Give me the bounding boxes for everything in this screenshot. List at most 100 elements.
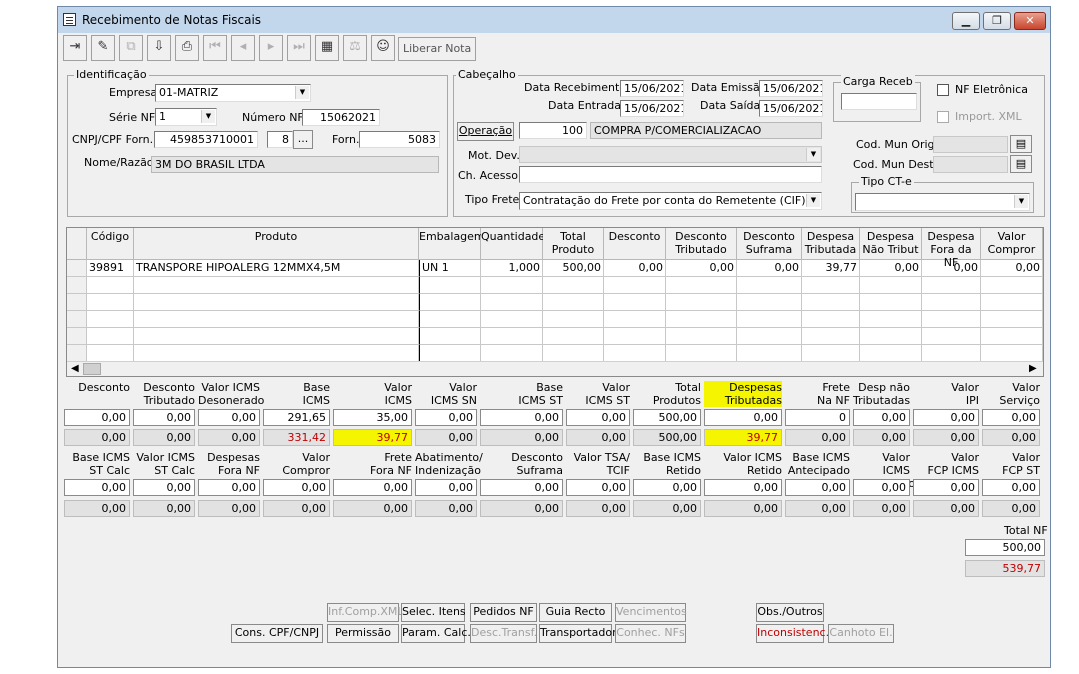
block1-value-input[interactable]: 0,00 [415,409,477,426]
block2-value-input[interactable]: 0,00 [480,479,563,496]
block2-value-input[interactable]: 0,00 [704,479,782,496]
block2-value-input[interactable]: 0,00 [64,479,130,496]
last-button[interactable]: ⏭ [287,35,311,61]
ch-acesso-input[interactable] [519,166,822,183]
table-cell[interactable]: 500,00 [543,260,604,277]
mun-dest-lookup-button[interactable]: ▤ [1010,155,1032,173]
obs-outros-button[interactable]: Obs./Outros [756,603,824,622]
table-cell[interactable]: 0,00 [981,260,1043,277]
pedidos-nf-button[interactable]: Pedidos NF [470,603,537,622]
empresa-select[interactable]: 01-MATRIZ ▼ [155,84,311,102]
block1-value-input[interactable]: 0,00 [480,409,563,426]
grid-header-cell[interactable]: Despesa Fora da NF [922,228,981,269]
mun-dest-input[interactable] [933,156,1008,173]
minimize-button[interactable]: ▁ [952,12,980,30]
block1-value-input[interactable]: 0,00 [198,409,260,426]
mun-orig-input[interactable] [933,136,1008,153]
tipo-frete-select[interactable]: Contratação do Frete por conta do Remete… [519,192,822,210]
block2-value-input[interactable]: 0,00 [785,479,850,496]
block2-value-input[interactable]: 0,00 [566,479,630,496]
grid-header-cell[interactable]: Embalagem [419,228,485,260]
carga-receb-input[interactable] [841,93,917,110]
grid-header-cell[interactable]: Valor Compror [981,228,1043,260]
close-button[interactable]: ✕ [1014,12,1046,30]
table-cell[interactable]: 39,77 [802,260,860,277]
block2-value-input[interactable]: 0,00 [913,479,979,496]
canhoto-el-button[interactable]: Canhoto El. [828,624,894,643]
table-cell[interactable]: UN 1 [419,260,481,277]
transportador-button[interactable]: Transportador [539,624,617,643]
block2-value-input[interactable]: 0,00 [982,479,1040,496]
next-button[interactable]: ▸ [259,35,283,61]
block2-value-input[interactable]: 0,00 [263,479,330,496]
grid-header-cell[interactable]: Quantidade [481,228,545,260]
block1-value-input[interactable]: 500,00 [633,409,701,426]
scroll-right-icon[interactable]: ▶ [1029,363,1037,374]
desc-transf-button[interactable]: Desc.Transf. [470,624,537,643]
dt-entrada-input[interactable]: 15/06/2021 [620,100,684,117]
scroll-thumb[interactable] [83,363,101,375]
scale-button[interactable]: ⚖ [343,35,367,61]
grid-header-cell[interactable]: Despesa Tributada [802,228,860,260]
param-calc-button[interactable]: Param. Calc. [401,624,471,643]
block1-value-input[interactable]: 291,65 [263,409,330,426]
vencimentos-button[interactable]: Vencimentos [615,603,687,622]
grid-header-cell[interactable]: Código [87,228,134,260]
nf-eletronica-checkbox[interactable] [937,84,949,96]
grid-header-cell[interactable]: Desconto Tributado [666,228,737,260]
table-cell[interactable]: TRANSPORE HIPOALERG 12MMX4,5M [134,260,419,277]
block1-value-input[interactable]: 0,00 [566,409,630,426]
mot-dev-select[interactable]: ▼ [519,146,822,163]
block2-value-input[interactable]: 0,00 [333,479,412,496]
dt-saida-input[interactable]: 15/06/2021 [759,100,823,117]
block2-value-input[interactable]: 0,00 [633,479,701,496]
block1-value-input[interactable]: 0,00 [133,409,195,426]
exit-button[interactable]: ⇥ [63,35,87,61]
scroll-left-icon[interactable]: ◀ [71,363,79,374]
block1-value-input[interactable]: 0 [785,409,850,426]
dt-receb-input[interactable]: 15/06/2021 [620,80,684,97]
calculator-button[interactable]: ▦ [315,35,339,61]
block2-value-input[interactable]: 0,00 [133,479,195,496]
cons-cpf-cnpj-button[interactable]: Cons. CPF/CNPJ [231,624,323,643]
cnpj-search-button[interactable]: ... [293,130,313,149]
first-button[interactable]: ⏮ [203,35,227,61]
liberar-nota-button[interactable]: Liberar Nota [398,37,477,61]
print-button[interactable]: ⎙ [175,35,199,61]
cnpj-dv-input[interactable]: 8 [267,131,293,148]
total-nf-input[interactable]: 500,00 [965,539,1045,556]
edit-button[interactable]: ✎ [91,35,115,61]
table-cell[interactable]: 39891 [87,260,134,277]
table-cell[interactable]: 0,00 [604,260,666,277]
operacao-input[interactable]: 100 [519,122,587,139]
grid-header-cell[interactable]: Desconto Suframa [737,228,802,260]
inf-comp-xml-button[interactable]: Inf.Comp.XML [327,603,404,622]
download-button[interactable]: ⇩ [147,35,171,61]
table-cell[interactable]: 0,00 [860,260,922,277]
dt-emissao-input[interactable]: 15/06/2021 [759,80,823,97]
table-cell[interactable]: 0,00 [922,260,981,277]
block2-value-input[interactable]: 0,00 [415,479,477,496]
operacao-button[interactable]: Operação [457,122,514,141]
grid-header-cell[interactable]: Total Produto [543,228,604,260]
guia-recto-button[interactable]: Guia Recto [539,603,612,622]
block1-value-input[interactable]: 0,00 [913,409,979,426]
inconsistenc-button[interactable]: Inconsistenc. [756,624,829,643]
grid-header-cell[interactable]: Despesa Não Tribut [860,228,922,260]
permissao-button[interactable]: Permissão [327,624,399,643]
copy-button[interactable]: ⧉ [119,35,143,61]
numero-input[interactable]: 15062021 [302,109,380,126]
table-cell[interactable]: 1,000 [481,260,543,277]
block1-value-input[interactable]: 0,00 [704,409,782,426]
table-cell[interactable]: 0,00 [737,260,802,277]
conhec-nfs-button[interactable]: Conhec. NFs [615,624,686,643]
table-cell[interactable]: 0,00 [666,260,737,277]
block1-value-input[interactable]: 0,00 [982,409,1040,426]
forn-input[interactable]: 5083 [359,131,440,148]
block2-value-input[interactable]: 0,00 [198,479,260,496]
mun-orig-lookup-button[interactable]: ▤ [1010,135,1032,153]
import-xml-checkbox[interactable] [937,111,949,123]
tipo-cte-select[interactable]: ▼ [855,193,1030,211]
grid-scrollbar[interactable]: ◀ ▶ [67,361,1043,376]
user-button[interactable]: ☺ [371,35,395,61]
